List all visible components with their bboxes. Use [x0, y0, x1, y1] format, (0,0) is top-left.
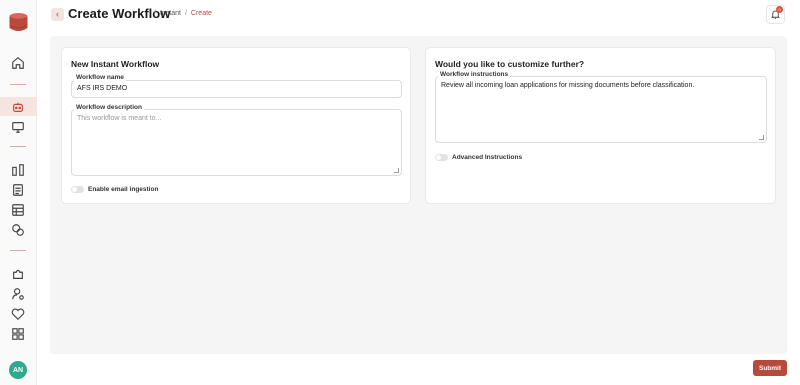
email-ingestion-label: Enable email ingestion: [88, 186, 159, 193]
sidebar-divider: [10, 146, 26, 147]
sidebar-divider: [10, 84, 26, 85]
heart-icon[interactable]: [9, 305, 27, 323]
advanced-instructions-toggle-row[interactable]: Advanced Instructions: [435, 154, 522, 161]
advanced-instructions-label: Advanced Instructions: [452, 154, 523, 161]
workflow-description-field[interactable]: This workflow is meant to...: [71, 109, 402, 176]
back-button[interactable]: ‹: [51, 8, 64, 21]
brand-logo[interactable]: [8, 12, 29, 33]
resize-handle[interactable]: [394, 168, 399, 173]
sidebar: AN: [0, 0, 37, 385]
puzzle-icon[interactable]: [9, 265, 27, 283]
workflow-name-label: Workflow name: [74, 74, 126, 81]
workflow-instructions-value[interactable]: Review all incoming loan applications fo…: [441, 82, 761, 89]
monitor-icon[interactable]: [9, 118, 27, 136]
notification-badge: 0: [776, 6, 783, 13]
advanced-instructions-toggle[interactable]: [435, 154, 448, 161]
workflow-name-value[interactable]: AFS IRS DEMO: [77, 85, 127, 92]
chevron-left-icon: ‹: [56, 9, 59, 19]
sidebar-divider: [10, 250, 26, 251]
table-icon[interactable]: [9, 201, 27, 219]
workflow-description-placeholder[interactable]: This workflow is meant to...: [77, 115, 161, 122]
user-avatar[interactable]: AN: [9, 361, 27, 379]
breadcrumb-item-create: Create: [190, 10, 212, 17]
user-settings-icon[interactable]: [9, 285, 27, 303]
email-ingestion-toggle[interactable]: [71, 186, 84, 193]
apps-icon[interactable]: [9, 325, 27, 343]
home-icon[interactable]: [9, 54, 27, 72]
email-ingestion-toggle-row[interactable]: Enable email ingestion: [71, 186, 158, 193]
workflow-description-label: Workflow description: [74, 104, 144, 111]
workflow-name-field[interactable]: AFS IRS DEMO: [71, 80, 402, 98]
card-title: New Instant Workflow: [71, 59, 160, 69]
workflow-instructions-field[interactable]: Review all incoming loan applications fo…: [435, 76, 767, 143]
chat-icon[interactable]: [9, 221, 27, 239]
columns-icon[interactable]: [9, 161, 27, 179]
breadcrumb-item-instant[interactable]: Instant: [160, 10, 181, 17]
card-title: Would you like to customize further?: [435, 59, 585, 69]
new-workflow-card: New Instant Workflow AFS IRS DEMO Workfl…: [61, 47, 411, 204]
resize-handle[interactable]: [759, 135, 764, 140]
submit-button[interactable]: Submit: [753, 360, 787, 376]
document-icon[interactable]: [9, 181, 27, 199]
workflow-instructions-label: Workflow instructions: [438, 71, 511, 78]
customize-card: Would you like to customize further? Rev…: [425, 47, 776, 204]
bot-icon[interactable]: [9, 98, 27, 116]
breadcrumb: / Instant / Create: [154, 10, 212, 17]
